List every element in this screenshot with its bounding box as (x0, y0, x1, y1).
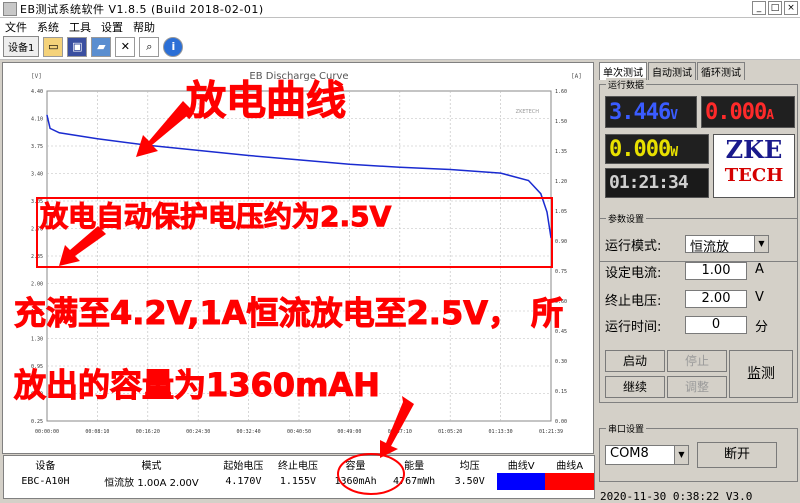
logo-bottom-text: TECH (724, 165, 784, 186)
chevron-down-icon[interactable]: ▼ (674, 446, 688, 464)
serial-label: 串口设置 (606, 422, 647, 435)
tab-cycle-test[interactable]: 循环测试 (697, 62, 745, 80)
capacity-highlight-ellipse (337, 453, 405, 495)
power-value: 0.000 (609, 137, 671, 162)
current-set-input[interactable]: 1.00 (685, 262, 747, 280)
annotation-arrow-capacity (380, 396, 414, 458)
run-data-label: 运行数据 (606, 78, 647, 91)
chevron-down-icon[interactable]: ▼ (754, 236, 768, 252)
runtime-label: 运行时间: (605, 320, 662, 335)
annotation-arrow-curve (136, 101, 193, 157)
time-display: 01:21:34 (605, 168, 709, 198)
monitor-button[interactable]: 监测 (729, 350, 793, 398)
time-value: 01:21:34 (609, 172, 689, 193)
disconnect-button[interactable]: 断开 (697, 442, 777, 468)
continue-button[interactable]: 继续 (605, 376, 665, 398)
port-select[interactable]: COM8 ▼ (605, 445, 689, 465)
logo-top-text: ZKE (725, 135, 783, 164)
current-display: 0.000A (701, 96, 795, 128)
current-set-label: 设定电流: (605, 266, 662, 281)
current-set-unit: A (755, 262, 764, 277)
current-unit: A (766, 108, 775, 123)
cutoff-voltage-input[interactable]: 2.00 (685, 290, 747, 308)
zketech-logo: ZKE TECH (713, 134, 795, 198)
runtime-unit: 分 (755, 320, 769, 335)
right-panel: 单次测试 自动测试 循环测试 运行数据 3.446V 0.000A 0.000W… (597, 60, 800, 503)
adjust-button[interactable]: 调整 (667, 376, 727, 398)
voltage-value: 3.446 (609, 100, 671, 125)
annotation-auto-protect: 放电自动保护电压约为2.5V (39, 200, 392, 234)
annotation-discharge-curve: 放电曲线 (186, 78, 347, 125)
mode-select-value: 恒流放 (690, 240, 730, 255)
cutoff-voltage-unit: V (755, 290, 764, 305)
port-select-value: COM8 (610, 446, 649, 461)
voltage-unit: V (670, 108, 679, 123)
params-label: 参数设置 (606, 212, 647, 225)
annotation-full-charge: 充满至4.2V,1A恒流放电至2.5V， 所 (13, 294, 564, 333)
annotation-capacity-note: 放出的容量为1360mAH (14, 366, 381, 405)
power-display: 0.000W (605, 134, 709, 164)
mode-label: 运行模式: (605, 239, 662, 254)
voltage-display: 3.446V (605, 96, 697, 128)
current-value: 0.000 (705, 100, 767, 125)
mode-select[interactable]: 恒流放 ▼ (685, 235, 769, 255)
tab-auto-test[interactable]: 自动测试 (648, 62, 696, 80)
start-button[interactable]: 启动 (605, 350, 665, 372)
power-unit: W (670, 145, 679, 160)
cutoff-voltage-label: 终止电压: (605, 294, 662, 309)
stop-button[interactable]: 停止 (667, 350, 727, 372)
runtime-input[interactable]: 0 (685, 316, 747, 334)
status-bar: 2020-11-30 0:38:22 V3.0 (597, 490, 800, 503)
